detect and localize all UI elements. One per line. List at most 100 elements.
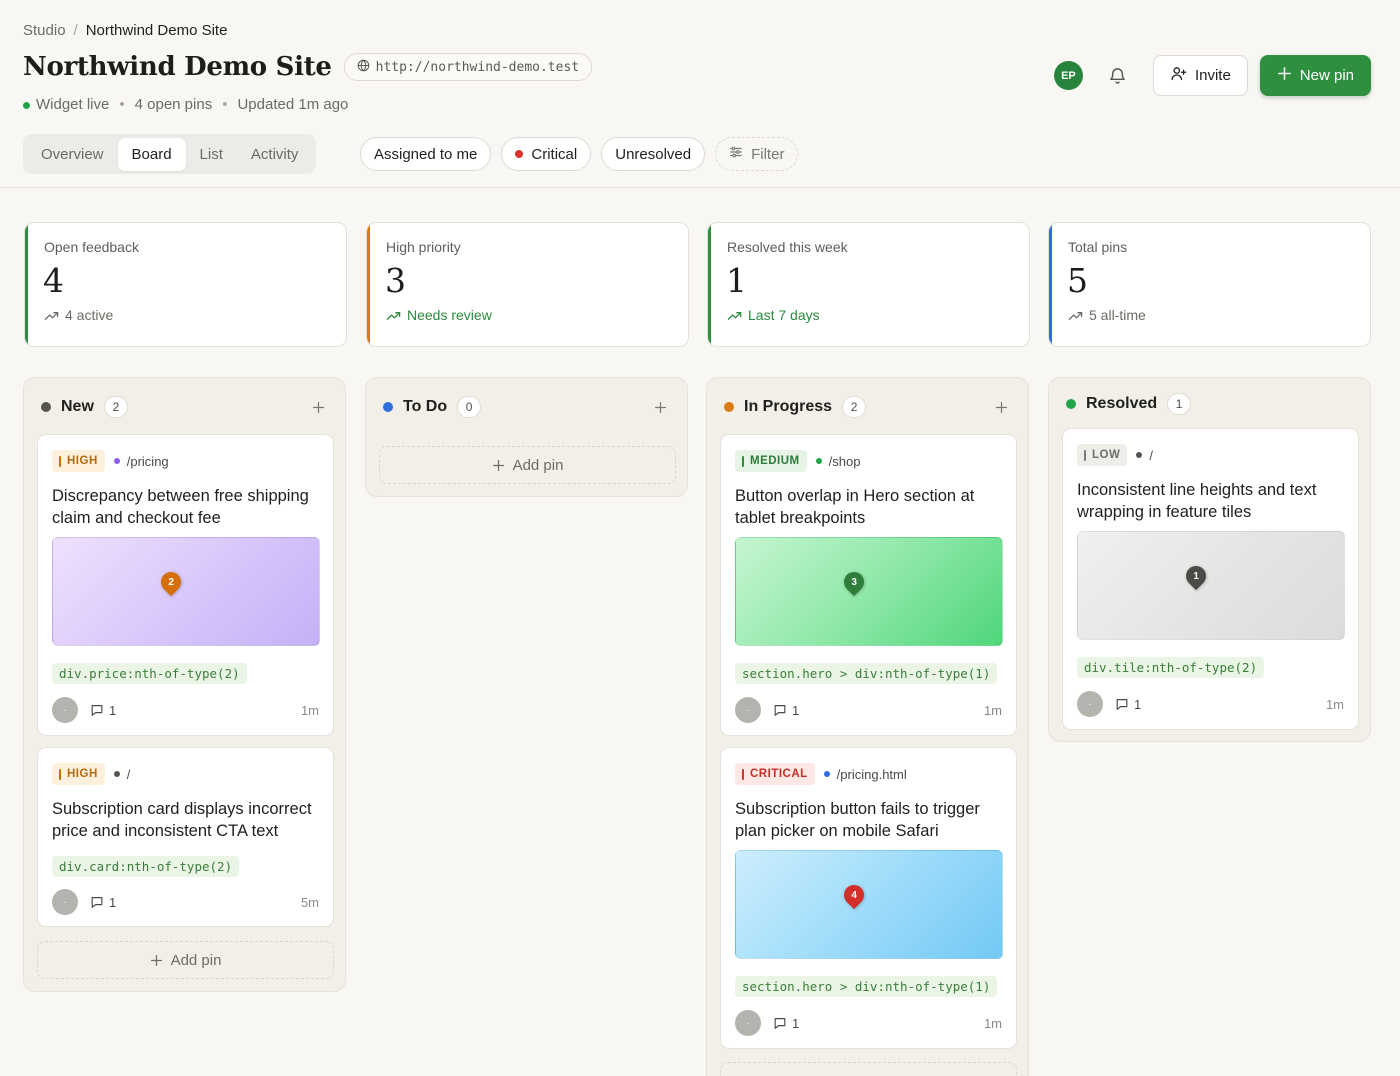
pin-card[interactable]: HIGH / Subscription card displays incorr… [37,747,334,927]
plus-icon [150,954,162,966]
trend-up-icon [386,311,401,320]
breadcrumb: Studio / Northwind Demo Site [23,22,227,39]
tab-overview[interactable]: Overview [27,138,118,171]
stat-value: 4 [43,261,64,300]
add-card-plus-icon[interactable] [991,397,1011,417]
card-title: Subscription button fails to trigger pla… [735,800,980,840]
column-resolved: Resolved 1 LOW / Inconsistent line heigh… [1048,377,1371,742]
filter-unresolved[interactable]: Unresolved [601,137,706,171]
stat-sub: Last 7 days [727,307,820,323]
stat-label: High priority [386,239,461,255]
tab-board[interactable]: Board [117,137,186,171]
priority-badge: HIGH [52,763,105,785]
pin-card[interactable]: LOW / Inconsistent line heights and text… [1062,428,1359,730]
new-pin-button[interactable]: New pin [1259,55,1371,96]
stat-sub: 5 all-time [1068,307,1146,323]
map-pin-icon: 1 [1181,561,1211,591]
stat-resolved-this-week: Resolved this week 1 Last 7 days [707,222,1030,347]
stat-sub: Needs review [386,307,492,323]
map-pin-icon: 2 [156,567,186,597]
comment-icon [774,705,786,716]
comment-icon [774,1018,786,1029]
css-selector: section.hero > div:nth-of-type(1) [735,976,998,997]
filter-assigned-to-me[interactable]: Assigned to me [360,137,492,171]
add-pin-button[interactable] [720,1062,1017,1076]
add-card-plus-icon[interactable] [308,397,328,417]
card-title: Inconsistent line heights and text wrapp… [1077,481,1317,521]
tab-activity[interactable]: Activity [237,138,313,171]
comment-count: 1 [90,703,116,718]
priority-badge: LOW [1077,444,1128,466]
assignee-avatar[interactable]: · [52,889,78,915]
invite-button-label: Invite [1194,67,1231,84]
filter-critical[interactable]: Critical [501,137,592,171]
breadcrumb-studio[interactable]: Studio [23,22,66,39]
page-title: Northwind Demo Site [23,52,332,82]
assignee-avatar[interactable]: · [735,697,761,723]
assignee-avatar[interactable]: · [735,1010,761,1036]
add-pin-button[interactable]: Add pin [379,446,676,484]
stat-total-pins: Total pins 5 5 all-time [1048,222,1371,347]
column-count: 2 [103,396,128,418]
page-path: / [113,767,130,782]
priority-badge: MEDIUM [735,450,807,472]
filter-button[interactable]: Filter [715,137,799,171]
card-title: Subscription card displays incorrect pri… [52,800,312,840]
stat-label: Total pins [1068,239,1128,255]
screenshot-thumbnail[interactable]: 1 [1077,531,1345,640]
stat-accent-bar [367,223,370,346]
comment-count: 1 [773,1016,799,1031]
css-selector: div.tile:nth-of-type(2) [1077,657,1265,678]
widget-status: Widget live [23,96,109,113]
trend-up-icon [1068,311,1083,320]
notifications-bell-icon[interactable] [1101,59,1135,93]
card-title: Discrepancy between free shipping claim … [52,487,309,527]
priority-badge: HIGH [52,450,105,472]
screenshot-thumbnail[interactable]: 3 [735,537,1003,646]
stat-label: Open feedback [44,239,139,255]
sliders-icon [729,145,743,163]
breadcrumb-current: Northwind Demo Site [85,22,228,39]
site-url: http://northwind-demo.test [375,59,580,75]
column-count: 0 [457,396,482,418]
assignee-avatar[interactable]: · [52,697,78,723]
column-status-dot [724,402,734,412]
invite-button[interactable]: Invite [1152,55,1248,96]
filter-button-label: Filter [751,145,785,163]
column-status-dot [1066,399,1076,409]
card-age: 1m [983,1015,1002,1031]
stat-accent-bar [25,223,28,346]
stat-value: 5 [1067,261,1088,300]
css-selector: div.card:nth-of-type(2) [52,856,240,877]
column-new: New 2 HIGH /pricing Discrepancy between … [23,377,346,992]
add-card-plus-icon[interactable] [650,397,670,417]
filter-critical-label: Critical [531,145,578,163]
site-url-chip[interactable]: http://northwind-demo.test [343,53,593,81]
screenshot-thumbnail[interactable]: 4 [735,850,1003,959]
breadcrumb-separator: / [73,22,78,39]
column-title: To Do [403,398,448,415]
map-pin-icon: 3 [839,567,869,597]
comment-icon [91,705,103,716]
column-todo: To Do 0 Add pin [365,377,688,497]
new-pin-button-label: New pin [1299,67,1354,84]
pin-card[interactable]: HIGH /pricing Discrepancy between free s… [37,434,334,736]
column-count: 1 [1167,393,1192,415]
add-pin-button[interactable]: Add pin [37,941,334,979]
screenshot-thumbnail[interactable]: 2 [52,537,320,646]
view-tabs: Overview Board List Activity [23,134,317,174]
comment-count: 1 [773,703,799,718]
open-pins-count: 4 open pins [134,96,213,113]
globe-icon [357,59,370,76]
live-indicator-dot [23,102,30,109]
comment-count: 1 [1115,697,1141,712]
card-age: 1m [300,702,319,718]
stat-label: Resolved this week [727,239,848,255]
tab-list[interactable]: List [186,138,237,171]
column-status-dot [41,402,51,412]
assignee-avatar[interactable]: · [1077,691,1103,717]
user-avatar[interactable]: EP [1053,61,1083,90]
stat-value: 1 [726,261,747,300]
pin-card[interactable]: MEDIUM /shop Button overlap in Hero sect… [720,434,1017,736]
pin-card[interactable]: CRITICAL /pricing.html Subscription butt… [720,747,1017,1049]
